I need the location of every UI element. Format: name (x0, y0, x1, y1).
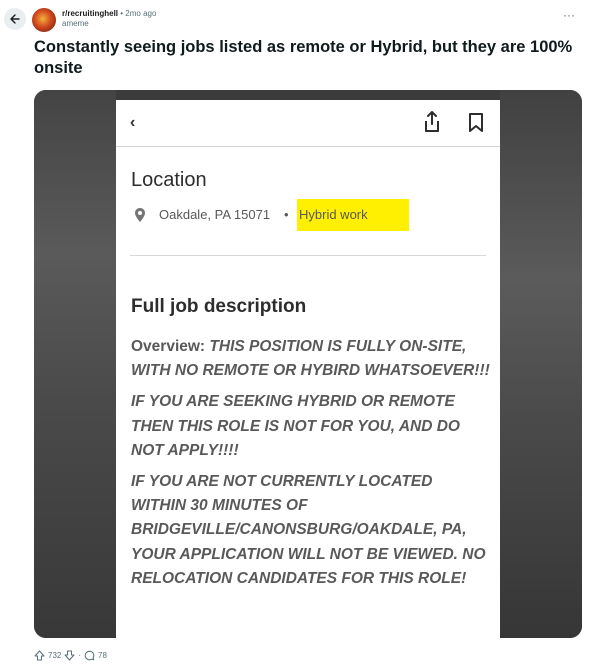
overview-label: Overview: (131, 338, 206, 355)
author-link[interactable]: ameme (62, 19, 156, 29)
upvote-count: 732 (48, 651, 62, 660)
comment-count[interactable]: 78 (98, 651, 107, 660)
subreddit-avatar[interactable] (32, 8, 56, 32)
share-icon (425, 111, 439, 132)
more-options-button[interactable]: ··· (563, 8, 575, 22)
screenshot-top-bar: ‹ (116, 100, 500, 147)
job-description: Overview: THIS POSITION IS FULLY ON-SITE… (131, 335, 491, 598)
post-image[interactable]: ‹ Location Oakdale, PA 15071 • Hybrid wo… (34, 90, 582, 638)
arrow-left-icon (10, 14, 20, 24)
chevron-left-icon: ‹ (130, 114, 136, 131)
section-divider (130, 255, 486, 256)
location-separator: • (284, 207, 289, 222)
comment-icon[interactable] (84, 650, 95, 661)
map-pin-icon (135, 208, 145, 222)
post-title: Constantly seeing jobs listed as remote … (34, 38, 573, 77)
meta-separator: • (120, 9, 124, 18)
job-listing-screenshot: ‹ Location Oakdale, PA 15071 • Hybrid wo… (116, 100, 500, 638)
post-time: 2mo ago (125, 9, 157, 18)
post-meta: r/recruitinghell • 2mo ago ameme (62, 9, 156, 29)
location-text: Oakdale, PA 15071 (159, 207, 271, 222)
actions-separator: · (78, 651, 82, 660)
description-heading: Full job description (131, 296, 307, 317)
work-type-highlighted: Hybrid work (297, 199, 409, 231)
upvote-icon[interactable] (34, 650, 45, 661)
blurred-background-left (34, 90, 116, 638)
location-section: Location Oakdale, PA 15071 • Hybrid work (116, 147, 500, 255)
blurred-background-right (500, 90, 582, 638)
description-paragraph-3: IF YOU ARE NOT CURRENTLY LOCATED WITHIN … (131, 473, 486, 587)
description-paragraph-1: Overview: THIS POSITION IS FULLY ON-SITE… (131, 335, 491, 383)
downvote-icon[interactable] (64, 650, 75, 661)
post-actions: 732 · 78 (34, 650, 107, 661)
description-paragraph-2: IF YOU ARE SEEKING HYBRID OR REMOTE THEN… (131, 393, 460, 459)
bookmark-icon (469, 113, 483, 132)
location-heading: Location (131, 169, 207, 191)
back-button[interactable] (4, 8, 26, 30)
subreddit-link[interactable]: r/recruitinghell (62, 9, 118, 18)
